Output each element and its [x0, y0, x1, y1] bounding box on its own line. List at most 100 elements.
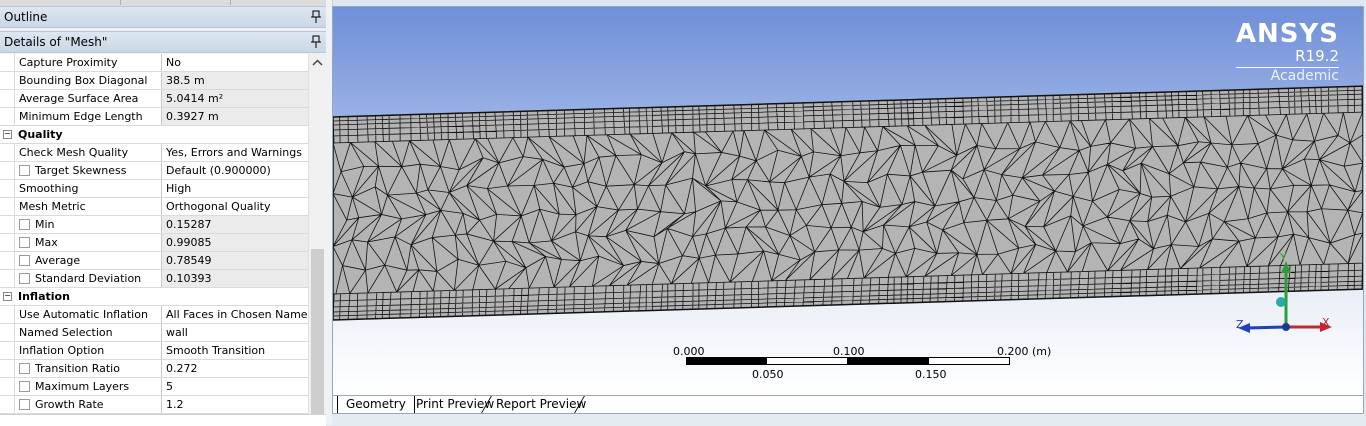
view-tab-bar: Geometry Print Preview Report Preview — [332, 396, 1364, 414]
details-row[interactable]: Mesh Metric Orthogonal Quality — [0, 198, 308, 216]
logo-edition: Academic — [1235, 67, 1339, 84]
details-row-value[interactable]: Yes, Errors and Warnings — [162, 144, 308, 161]
scale-label-bottom: 0.150 — [915, 368, 947, 381]
graphics-viewport[interactable]: ANSYS R19.2 Academic 0.000 0.100 0.200 (… — [332, 6, 1364, 396]
details-row-value[interactable]: 1.2 — [162, 396, 308, 413]
details-row-label: Minimum Edge Length — [14, 108, 162, 125]
parameter-checkbox[interactable] — [19, 165, 30, 176]
details-row[interactable]: Use Automatic Inflation All Faces in Chos… — [0, 306, 308, 324]
status-gap — [332, 414, 1366, 425]
row-label-text: Target Skewness — [35, 164, 127, 177]
details-row-value[interactable]: Smooth Transition — [162, 342, 308, 359]
parameter-checkbox[interactable] — [19, 255, 30, 266]
details-row[interactable]: Capture Proximity No — [0, 54, 308, 72]
details-row[interactable]: Max 0.99085 — [0, 234, 308, 252]
pin-icon[interactable] — [310, 10, 322, 24]
details-row-label: Check Mesh Quality — [14, 144, 162, 161]
details-row-value[interactable]: 0.272 — [162, 360, 308, 377]
scroll-up-arrow-icon[interactable] — [309, 54, 326, 71]
ansys-logo: ANSYS R19.2 Academic — [1235, 19, 1339, 84]
left-panel: Outline Details of "Mesh" Capture Proxim… — [0, 0, 330, 426]
mesh-canvas — [333, 85, 1363, 321]
row-label-text: Average — [35, 254, 81, 267]
details-row-value[interactable]: No — [162, 54, 308, 71]
parameter-checkbox[interactable] — [19, 273, 30, 284]
details-row-value[interactable]: wall — [162, 324, 308, 341]
details-row-value[interactable]: 5 — [162, 378, 308, 395]
details-row-value[interactable]: All Faces in Chosen Name... — [162, 306, 308, 323]
details-row-label: Max — [14, 234, 162, 251]
row-label-text: Mesh Metric — [19, 200, 86, 213]
details-row-label: Capture Proximity — [14, 54, 162, 71]
details-row[interactable]: Average 0.78549 — [0, 252, 308, 270]
details-row-value: 38.5 m — [162, 72, 308, 89]
row-label-text: Capture Proximity — [19, 56, 118, 69]
parameter-checkbox[interactable] — [19, 399, 30, 410]
tab-geometry[interactable]: Geometry — [337, 396, 415, 413]
details-row-value[interactable]: High — [162, 180, 308, 197]
details-row[interactable]: Growth Rate 1.2 — [0, 396, 308, 414]
details-row-label: Bounding Box Diagonal — [14, 72, 162, 89]
details-row-label: Transition Ratio — [14, 360, 162, 377]
details-row[interactable]: Min 0.15287 — [0, 216, 308, 234]
axis-triad[interactable]: Y X Z — [1228, 251, 1338, 348]
details-row-value[interactable]: Default (0.900000) — [162, 162, 308, 179]
details-row[interactable]: Average Surface Area 5.0414 m² — [0, 90, 308, 108]
details-row-label: Inflation — [14, 288, 162, 305]
parameter-checkbox[interactable] — [19, 219, 30, 230]
details-row[interactable]: Smoothing High — [0, 180, 308, 198]
details-row-label: Standard Deviation — [14, 270, 162, 287]
row-label-text: Minimum Edge Length — [19, 110, 143, 123]
outline-panel-header[interactable]: Outline — [0, 6, 326, 28]
details-row[interactable]: Maximum Layers 5 — [0, 378, 308, 396]
details-row[interactable]: Named Selection wall — [0, 324, 308, 342]
details-row[interactable]: Transition Ratio 0.272 — [0, 360, 308, 378]
collapse-icon[interactable]: − — [3, 292, 12, 301]
row-label-text: Bounding Box Diagonal — [19, 74, 148, 87]
collapse-icon[interactable]: − — [3, 130, 12, 139]
scrollbar-thumb[interactable] — [311, 249, 324, 414]
details-row-value: 0.99085 — [162, 234, 308, 251]
details-row[interactable]: Bounding Box Diagonal 38.5 m — [0, 72, 308, 90]
row-label-text: Inflation Option — [19, 344, 105, 357]
details-row-label: Min — [14, 216, 162, 233]
details-panel-header[interactable]: Details of "Mesh" — [0, 31, 326, 53]
row-label-text: Standard Deviation — [35, 272, 142, 285]
logo-version: R19.2 — [1295, 47, 1339, 65]
y-axis-label: Y — [1280, 251, 1287, 264]
parameter-checkbox[interactable] — [19, 363, 30, 374]
pin-icon[interactable] — [310, 35, 322, 49]
details-row[interactable]: Check Mesh Quality Yes, Errors and Warnin… — [0, 144, 308, 162]
details-row-value: 0.3927 m — [162, 108, 308, 125]
details-row-value[interactable]: Orthogonal Quality — [162, 198, 308, 215]
row-label-text: Inflation — [18, 290, 70, 303]
row-label-text: Quality — [18, 128, 63, 141]
details-row-label: Target Skewness — [14, 162, 162, 179]
details-grid: Capture Proximity No Bounding Box Diagonal… — [0, 54, 308, 414]
scale-label-bottom: 0.050 — [752, 368, 784, 381]
details-row-value: 0.15287 — [162, 216, 308, 233]
details-scrollbar[interactable] — [308, 54, 326, 414]
details-row-value: 5.0414 m² — [162, 90, 308, 107]
details-row[interactable]: Inflation Option Smooth Transition — [0, 342, 308, 360]
details-row-label: Use Automatic Inflation — [14, 306, 162, 323]
toolbar-divider — [230, 0, 231, 5]
details-group-row[interactable]: − Inflation — [0, 288, 308, 306]
row-label-text: Use Automatic Inflation — [19, 308, 148, 321]
details-row-label: Smoothing — [14, 180, 162, 197]
details-row[interactable]: Minimum Edge Length 0.3927 m — [0, 108, 308, 126]
details-row[interactable]: Standard Deviation 0.10393 — [0, 270, 308, 288]
parameter-checkbox[interactable] — [19, 381, 30, 392]
logo-name: ANSYS — [1235, 19, 1339, 49]
toolbar-divider — [120, 0, 121, 5]
details-row-label: Average — [14, 252, 162, 269]
details-group-row[interactable]: − Quality — [0, 126, 308, 144]
parameter-checkbox[interactable] — [19, 237, 30, 248]
details-row[interactable]: Target Skewness Default (0.900000) — [0, 162, 308, 180]
details-row-value: 0.10393 — [162, 270, 308, 287]
details-row-label: Growth Rate — [14, 396, 162, 413]
row-label-text: Smoothing — [19, 182, 79, 195]
row-label-text: Min — [35, 218, 55, 231]
scale-ruler — [686, 357, 1010, 365]
row-label-text: Max — [35, 236, 58, 249]
